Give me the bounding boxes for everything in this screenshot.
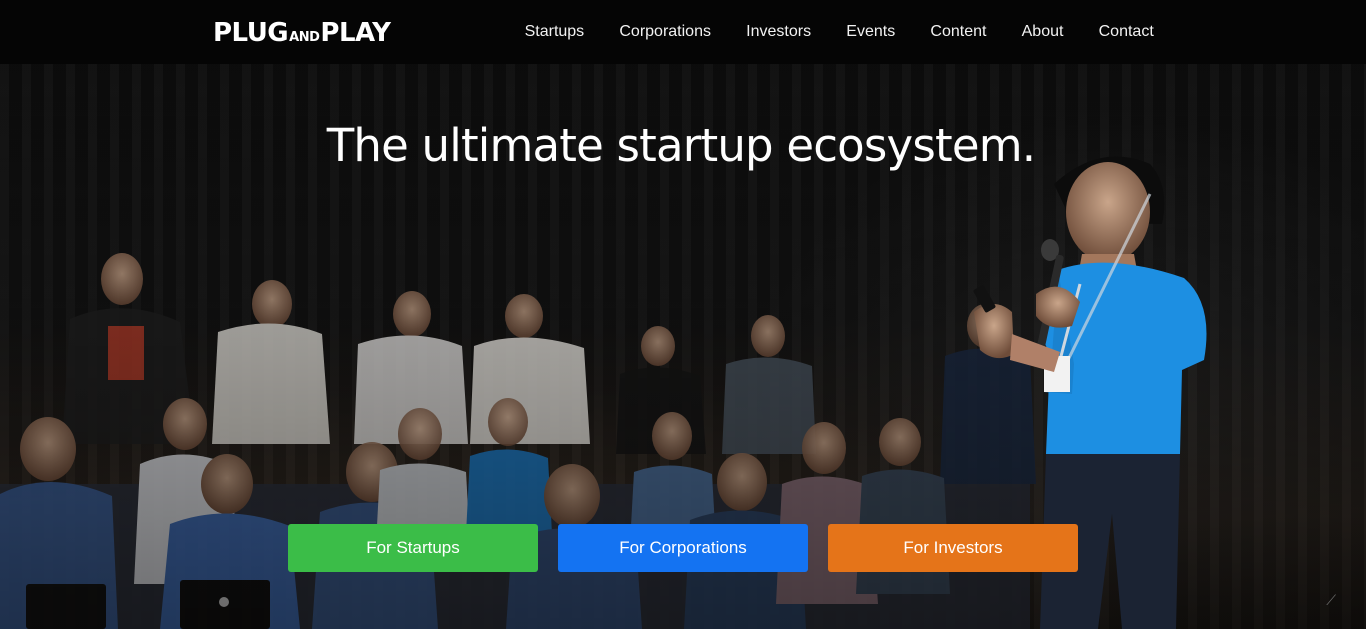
logo-text-plug: PLUG [213, 18, 289, 48]
resize-grip-icon: ⟋ [1326, 592, 1336, 608]
audience-cta-group: For Startups For Corporations For Invest… [288, 524, 1078, 572]
for-startups-button[interactable]: For Startups [288, 524, 538, 572]
nav-link-events[interactable]: Events [829, 0, 913, 64]
main-nav: Startups Corporations Investors Events C… [507, 0, 1171, 64]
nav-link-contact[interactable]: Contact [1081, 0, 1171, 64]
nav-link-content[interactable]: Content [913, 0, 1004, 64]
nav-link-corporations[interactable]: Corporations [602, 0, 729, 64]
nav-link-investors[interactable]: Investors [729, 0, 829, 64]
for-investors-button[interactable]: For Investors [828, 524, 1078, 572]
nav-link-about[interactable]: About [1004, 0, 1081, 64]
hero-section: The ultimate startup ecosystem. For Star… [0, 64, 1366, 629]
for-corporations-button[interactable]: For Corporations [558, 524, 808, 572]
logo-text-and: AND [289, 30, 320, 45]
plug-and-play-logo[interactable]: PLUG AND PLAY [213, 17, 391, 49]
hero-headline: The ultimate startup ecosystem. [326, 119, 1036, 172]
top-navigation-bar: PLUG AND PLAY Startups Corporations Inve… [0, 0, 1366, 64]
nav-link-startups[interactable]: Startups [507, 0, 602, 64]
logo-text-play: PLAY [320, 18, 391, 48]
